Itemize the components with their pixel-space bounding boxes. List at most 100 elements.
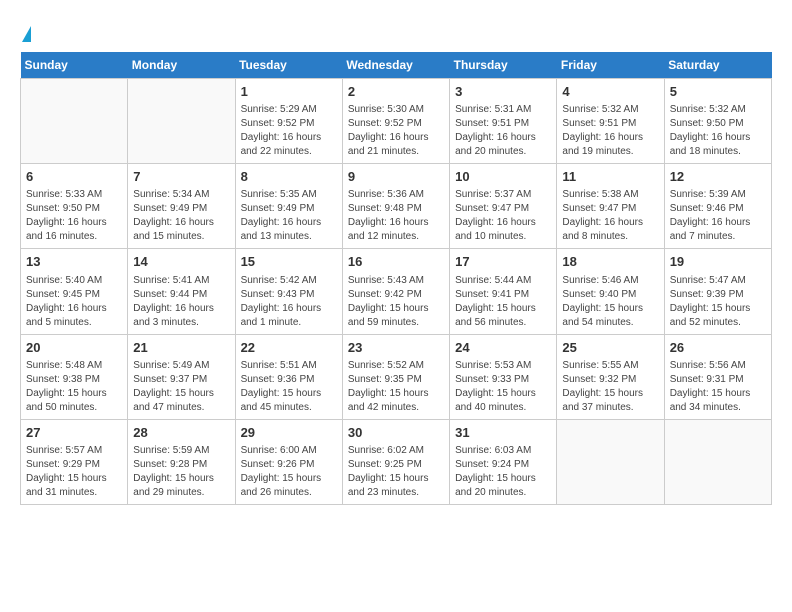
calendar-cell — [664, 419, 771, 504]
day-number: 3 — [455, 83, 551, 101]
day-number: 11 — [562, 168, 658, 186]
day-number: 22 — [241, 339, 337, 357]
day-number: 12 — [670, 168, 766, 186]
calendar-cell: 3 Sunrise: 5:31 AM Sunset: 9:51 PM Daylig… — [450, 79, 557, 164]
calendar-cell: 27 Sunrise: 5:57 AM Sunset: 9:29 PM Dayli… — [21, 419, 128, 504]
calendar-cell: 23 Sunrise: 5:52 AM Sunset: 9:35 PM Dayli… — [342, 334, 449, 419]
calendar-week-row: 13 Sunrise: 5:40 AM Sunset: 9:45 PM Dayli… — [21, 249, 772, 334]
day-header-sunday: Sunday — [21, 52, 128, 79]
day-number: 31 — [455, 424, 551, 442]
calendar-cell: 18Sunrise: 5:46 AM Sunset: 9:40 PM Dayli… — [557, 249, 664, 334]
day-number: 6 — [26, 168, 122, 186]
day-number: 7 — [133, 168, 229, 186]
day-number: 29 — [241, 424, 337, 442]
day-info: Sunrise: 5:47 AM Sunset: 9:39 PM Dayligh… — [670, 274, 766, 330]
day-info: Sunrise: 5:38 AM Sunset: 9:47 PM Dayligh… — [562, 188, 658, 244]
calendar-cell: 29 Sunrise: 6:00 AM Sunset: 9:26 PM Dayli… — [235, 419, 342, 504]
day-info: Sunrise: 5:51 AM Sunset: 9:36 PM Dayligh… — [241, 359, 337, 415]
day-number: 4 — [562, 83, 658, 101]
day-number: 10 — [455, 168, 551, 186]
day-info: Sunrise: 5:42 AM Sunset: 9:43 PM Dayligh… — [241, 274, 337, 330]
calendar-cell: 11 Sunrise: 5:38 AM Sunset: 9:47 PM Dayli… — [557, 164, 664, 249]
day-header-friday: Friday — [557, 52, 664, 79]
calendar-cell: 19Sunrise: 5:47 AM Sunset: 9:39 PM Dayli… — [664, 249, 771, 334]
day-number: 17 — [455, 253, 551, 271]
calendar-cell: 25 Sunrise: 5:55 AM Sunset: 9:32 PM Dayli… — [557, 334, 664, 419]
calendar-cell: 26 Sunrise: 5:56 AM Sunset: 9:31 PM Dayli… — [664, 334, 771, 419]
day-info: Sunrise: 6:03 AM Sunset: 9:24 PM Dayligh… — [455, 444, 551, 500]
calendar-cell: 10 Sunrise: 5:37 AM Sunset: 9:47 PM Dayli… — [450, 164, 557, 249]
calendar-cell: 16Sunrise: 5:43 AM Sunset: 9:42 PM Dayli… — [342, 249, 449, 334]
calendar-week-row: 6Sunrise: 5:33 AM Sunset: 9:50 PM Daylig… — [21, 164, 772, 249]
day-info: Sunrise: 5:40 AM Sunset: 9:45 PM Dayligh… — [26, 274, 122, 330]
day-info: Sunrise: 5:37 AM Sunset: 9:47 PM Dayligh… — [455, 188, 551, 244]
calendar-week-row: 20 Sunrise: 5:48 AM Sunset: 9:38 PM Dayli… — [21, 334, 772, 419]
day-number: 24 — [455, 339, 551, 357]
calendar-week-row: 27 Sunrise: 5:57 AM Sunset: 9:29 PM Dayli… — [21, 419, 772, 504]
day-header-monday: Monday — [128, 52, 235, 79]
day-header-thursday: Thursday — [450, 52, 557, 79]
day-info: Sunrise: 5:31 AM Sunset: 9:51 PM Dayligh… — [455, 103, 551, 159]
day-info: Sunrise: 5:34 AM Sunset: 9:49 PM Dayligh… — [133, 188, 229, 244]
calendar-cell: 15 Sunrise: 5:42 AM Sunset: 9:43 PM Dayli… — [235, 249, 342, 334]
calendar-week-row: 1Sunrise: 5:29 AM Sunset: 9:52 PM Daylig… — [21, 79, 772, 164]
day-number: 25 — [562, 339, 658, 357]
day-info: Sunrise: 5:59 AM Sunset: 9:28 PM Dayligh… — [133, 444, 229, 500]
day-number: 16 — [348, 253, 444, 271]
day-info: Sunrise: 5:44 AM Sunset: 9:41 PM Dayligh… — [455, 274, 551, 330]
day-number: 20 — [26, 339, 122, 357]
day-info: Sunrise: 5:48 AM Sunset: 9:38 PM Dayligh… — [26, 359, 122, 415]
calendar-cell: 21Sunrise: 5:49 AM Sunset: 9:37 PM Dayli… — [128, 334, 235, 419]
day-number: 23 — [348, 339, 444, 357]
day-number: 26 — [670, 339, 766, 357]
day-number: 5 — [670, 83, 766, 101]
calendar-cell: 14 Sunrise: 5:41 AM Sunset: 9:44 PM Dayli… — [128, 249, 235, 334]
calendar-cell: 9 Sunrise: 5:36 AM Sunset: 9:48 PM Daylig… — [342, 164, 449, 249]
calendar-header-row: SundayMondayTuesdayWednesdayThursdayFrid… — [21, 52, 772, 79]
calendar-cell: 12 Sunrise: 5:39 AM Sunset: 9:46 PM Dayli… — [664, 164, 771, 249]
day-number: 8 — [241, 168, 337, 186]
day-info: Sunrise: 5:30 AM Sunset: 9:52 PM Dayligh… — [348, 103, 444, 159]
calendar-cell: 7 Sunrise: 5:34 AM Sunset: 9:49 PM Daylig… — [128, 164, 235, 249]
day-number: 27 — [26, 424, 122, 442]
day-info: Sunrise: 6:00 AM Sunset: 9:26 PM Dayligh… — [241, 444, 337, 500]
calendar-cell: 28 Sunrise: 5:59 AM Sunset: 9:28 PM Dayli… — [128, 419, 235, 504]
day-number: 14 — [133, 253, 229, 271]
calendar-cell: 31 Sunrise: 6:03 AM Sunset: 9:24 PM Dayli… — [450, 419, 557, 504]
day-info: Sunrise: 5:32 AM Sunset: 9:50 PM Dayligh… — [670, 103, 766, 159]
day-info: Sunrise: 5:36 AM Sunset: 9:48 PM Dayligh… — [348, 188, 444, 244]
day-info: Sunrise: 6:02 AM Sunset: 9:25 PM Dayligh… — [348, 444, 444, 500]
logo — [20, 20, 31, 42]
calendar-cell: 30 Sunrise: 6:02 AM Sunset: 9:25 PM Dayli… — [342, 419, 449, 504]
day-info: Sunrise: 5:32 AM Sunset: 9:51 PM Dayligh… — [562, 103, 658, 159]
day-info: Sunrise: 5:35 AM Sunset: 9:49 PM Dayligh… — [241, 188, 337, 244]
calendar-cell: 5 Sunrise: 5:32 AM Sunset: 9:50 PM Daylig… — [664, 79, 771, 164]
day-number: 1 — [241, 83, 337, 101]
day-number: 15 — [241, 253, 337, 271]
calendar-cell: 24Sunrise: 5:53 AM Sunset: 9:33 PM Dayli… — [450, 334, 557, 419]
day-number: 30 — [348, 424, 444, 442]
day-info: Sunrise: 5:57 AM Sunset: 9:29 PM Dayligh… — [26, 444, 122, 500]
calendar-cell: 8 Sunrise: 5:35 AM Sunset: 9:49 PM Daylig… — [235, 164, 342, 249]
calendar-cell: 4 Sunrise: 5:32 AM Sunset: 9:51 PM Daylig… — [557, 79, 664, 164]
calendar-cell — [128, 79, 235, 164]
calendar-cell: 17 Sunrise: 5:44 AM Sunset: 9:41 PM Dayli… — [450, 249, 557, 334]
calendar-cell: 1Sunrise: 5:29 AM Sunset: 9:52 PM Daylig… — [235, 79, 342, 164]
logo-icon — [22, 26, 31, 42]
day-info: Sunrise: 5:41 AM Sunset: 9:44 PM Dayligh… — [133, 274, 229, 330]
day-number: 13 — [26, 253, 122, 271]
day-number: 21 — [133, 339, 229, 357]
day-info: Sunrise: 5:52 AM Sunset: 9:35 PM Dayligh… — [348, 359, 444, 415]
day-info: Sunrise: 5:56 AM Sunset: 9:31 PM Dayligh… — [670, 359, 766, 415]
day-number: 28 — [133, 424, 229, 442]
day-info: Sunrise: 5:39 AM Sunset: 9:46 PM Dayligh… — [670, 188, 766, 244]
calendar-cell: 22 Sunrise: 5:51 AM Sunset: 9:36 PM Dayli… — [235, 334, 342, 419]
day-header-saturday: Saturday — [664, 52, 771, 79]
calendar-cell — [21, 79, 128, 164]
day-info: Sunrise: 5:55 AM Sunset: 9:32 PM Dayligh… — [562, 359, 658, 415]
day-number: 18 — [562, 253, 658, 271]
day-number: 9 — [348, 168, 444, 186]
calendar-cell: 13 Sunrise: 5:40 AM Sunset: 9:45 PM Dayli… — [21, 249, 128, 334]
day-header-wednesday: Wednesday — [342, 52, 449, 79]
calendar-table: SundayMondayTuesdayWednesdayThursdayFrid… — [20, 52, 772, 505]
